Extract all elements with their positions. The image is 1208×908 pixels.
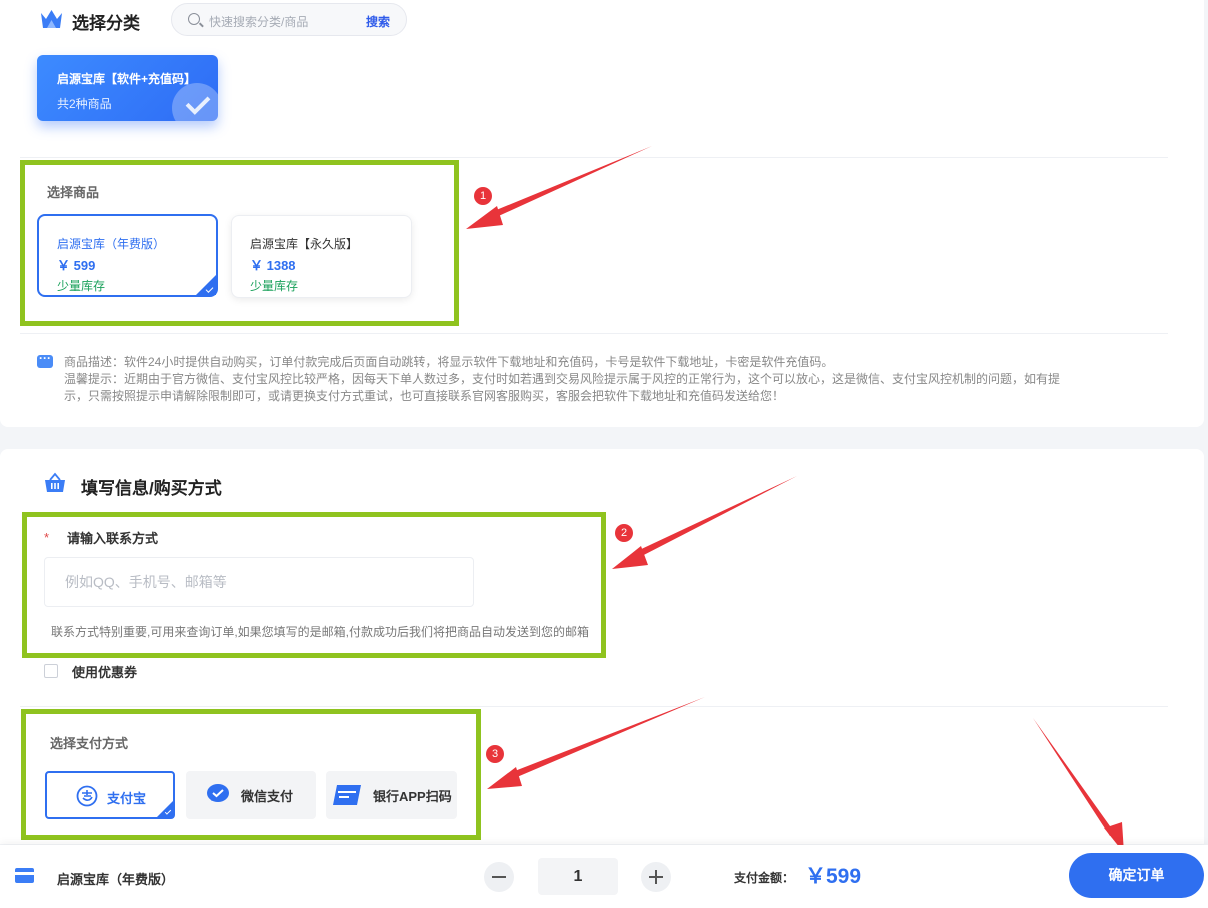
divider bbox=[20, 333, 1168, 334]
quantity-value[interactable]: 1 bbox=[538, 858, 618, 895]
annotation-badge-1: 1 bbox=[474, 187, 492, 205]
check-circle-icon bbox=[172, 83, 218, 121]
annotation-badge-2: 2 bbox=[615, 524, 633, 542]
highlight-box-contact bbox=[22, 512, 606, 658]
search-box[interactable]: 快速搜索分类/商品 搜索 bbox=[171, 3, 407, 36]
amount-value: ￥599 bbox=[805, 865, 862, 888]
minus-icon bbox=[492, 876, 506, 878]
search-input[interactable]: 快速搜索分类/商品 bbox=[209, 13, 308, 30]
divider bbox=[20, 157, 1168, 158]
confirm-order-button[interactable]: 确定订单 bbox=[1069, 853, 1204, 898]
card-icon bbox=[15, 868, 34, 883]
highlight-box-product bbox=[20, 160, 459, 326]
decrease-quantity-button[interactable] bbox=[484, 862, 514, 892]
selected-product-name: 启源宝库（年费版） bbox=[57, 872, 175, 887]
crown-icon bbox=[41, 10, 62, 28]
divider bbox=[20, 706, 1168, 707]
search-icon bbox=[188, 13, 200, 25]
highlight-box-payment bbox=[21, 709, 481, 840]
search-button[interactable]: 搜索 bbox=[366, 13, 390, 30]
category-title: 选择分类 bbox=[72, 14, 140, 33]
product-description: 商品描述：软件24小时提供自动购买，订单付款完成后页面自动跳转，将显示软件下载地… bbox=[64, 354, 1064, 405]
category-count: 共2种商品 bbox=[57, 97, 112, 111]
notice-text: 温馨提示：近期由于官方微信、支付宝风控比较严格，因每天下单人数过多，支付时如若遇… bbox=[64, 372, 1061, 403]
description-line: 商品描述：软件24小时提供自动购买，订单付款完成后页面自动跳转，将显示软件下载地… bbox=[64, 355, 834, 369]
annotation-badge-3: 3 bbox=[486, 745, 504, 763]
basket-icon bbox=[45, 472, 65, 492]
plus-icon-stem bbox=[655, 870, 657, 884]
category-name: 启源宝库【软件+充值码】 bbox=[57, 72, 197, 86]
coupon-label[interactable]: 使用优惠券 bbox=[72, 662, 137, 681]
coupon-checkbox[interactable] bbox=[44, 664, 58, 678]
order-title: 填写信息/购买方式 bbox=[81, 479, 222, 498]
amount-label: 支付金额： bbox=[734, 871, 795, 885]
category-item[interactable]: 启源宝库【软件+充值码】 共2种商品 bbox=[37, 55, 218, 121]
bottom-order-bar: 启源宝库（年费版） 1 支付金额： ￥599 确定订单 bbox=[0, 845, 1208, 908]
increase-quantity-button[interactable] bbox=[641, 862, 671, 892]
message-icon bbox=[37, 351, 53, 368]
